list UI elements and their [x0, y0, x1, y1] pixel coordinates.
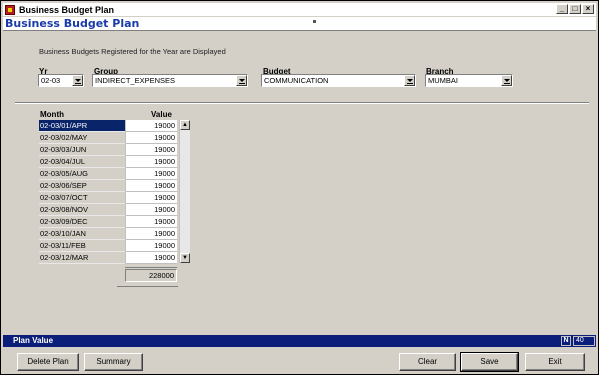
table-row[interactable]: 02-03/02/MAY 19000	[39, 132, 178, 144]
value-cell[interactable]: 19000	[125, 144, 177, 156]
chevron-down-icon[interactable]	[236, 75, 247, 86]
month-cell[interactable]: 02-03/03/JUN	[39, 144, 125, 156]
header-marker	[313, 20, 316, 23]
table-row[interactable]: 02-03/05/AUG 19000	[39, 168, 178, 180]
total-rule	[125, 267, 177, 268]
delete-plan-button[interactable]: Delete Plan	[17, 353, 79, 371]
month-cell[interactable]: 02-03/04/JUL	[39, 156, 125, 168]
month-cell[interactable]: 02-03/11/FEB	[39, 240, 125, 252]
value-cell[interactable]: 19000	[125, 252, 177, 264]
month-cell[interactable]: 02-03/12/MAR	[39, 252, 125, 264]
app-icon	[5, 4, 15, 15]
form-header: Business Budget Plan	[3, 17, 596, 31]
table-row[interactable]: 02-03/04/JUL 19000	[39, 156, 178, 168]
value-cell[interactable]: 19000	[125, 132, 177, 144]
table-row[interactable]: 02-03/01/APR 19000	[39, 120, 178, 132]
table-row[interactable]: 02-03/12/MAR 19000	[39, 252, 178, 264]
value-column-header: Value	[151, 110, 172, 119]
chevron-down-icon[interactable]	[72, 75, 83, 86]
month-cell[interactable]: 02-03/05/AUG	[39, 168, 125, 180]
value-cell[interactable]: 19000	[125, 240, 177, 252]
table-row[interactable]: 02-03/06/SEP 19000	[39, 180, 178, 192]
page-title: Business Budget Plan	[5, 17, 140, 30]
form-caption: Business Budgets Registered for the Year…	[39, 47, 226, 56]
total-value: 228000	[125, 269, 177, 282]
month-cell[interactable]: 02-03/01/APR	[39, 120, 125, 132]
table-row[interactable]: 02-03/10/JAN 19000	[39, 228, 178, 240]
value-cell[interactable]: 19000	[125, 192, 177, 204]
grid-scrollbar[interactable]: ▲ ▼	[179, 120, 190, 263]
value-cell[interactable]: 19000	[125, 228, 177, 240]
chevron-down-icon[interactable]	[501, 75, 512, 86]
group-select[interactable]: INDIRECT_EXPENSES	[92, 74, 248, 87]
status-count: 40	[573, 336, 595, 346]
month-cell[interactable]: 02-03/08/NOV	[39, 204, 125, 216]
month-cell[interactable]: 02-03/10/JAN	[39, 228, 125, 240]
section-divider	[15, 102, 589, 104]
budget-value: COMMUNICATION	[264, 76, 329, 85]
scroll-down-icon[interactable]: ▼	[180, 253, 190, 263]
title-bar[interactable]: Business Budget Plan _ □ ×	[3, 3, 596, 16]
save-button[interactable]: Save	[460, 352, 519, 372]
month-cell[interactable]: 02-03/06/SEP	[39, 180, 125, 192]
plan-grid: 02-03/01/APR 19000 02-03/02/MAY 19000 02…	[39, 120, 178, 264]
table-row[interactable]: 02-03/07/OCT 19000	[39, 192, 178, 204]
budget-select[interactable]: COMMUNICATION	[261, 74, 416, 87]
table-row[interactable]: 02-03/09/DEC 19000	[39, 216, 178, 228]
value-cell[interactable]: 19000	[125, 180, 177, 192]
status-bar: Plan Value N 40	[3, 335, 596, 347]
scroll-up-icon[interactable]: ▲	[180, 120, 190, 130]
close-icon[interactable]: ×	[582, 4, 594, 14]
month-cell[interactable]: 02-03/02/MAY	[39, 132, 125, 144]
value-cell[interactable]: 19000	[125, 168, 177, 180]
window-controls: _ □ ×	[556, 4, 594, 14]
total-underline	[117, 286, 178, 287]
exit-button[interactable]: Exit	[525, 353, 585, 371]
table-row[interactable]: 02-03/03/JUN 19000	[39, 144, 178, 156]
branch-select[interactable]: MUMBAI	[425, 74, 513, 87]
budget-plan-window: Business Budget Plan _ □ × Business Budg…	[0, 0, 599, 375]
status-text: Plan Value	[13, 336, 54, 345]
value-cell[interactable]: 19000	[125, 156, 177, 168]
month-cell[interactable]: 02-03/07/OCT	[39, 192, 125, 204]
status-mode: N	[561, 336, 571, 346]
clear-button[interactable]: Clear	[399, 353, 456, 371]
group-value: INDIRECT_EXPENSES	[95, 76, 176, 85]
window-title: Business Budget Plan	[19, 4, 115, 15]
year-select[interactable]: 02-03	[38, 74, 84, 87]
chevron-down-icon[interactable]	[404, 75, 415, 86]
value-cell[interactable]: 19000	[125, 216, 177, 228]
maximize-icon[interactable]: □	[569, 4, 581, 14]
value-cell[interactable]: 19000	[125, 204, 177, 216]
minimize-icon[interactable]: _	[556, 4, 568, 14]
branch-value: MUMBAI	[428, 76, 458, 85]
month-cell[interactable]: 02-03/09/DEC	[39, 216, 125, 228]
table-row[interactable]: 02-03/08/NOV 19000	[39, 204, 178, 216]
value-cell[interactable]: 19000	[125, 120, 177, 132]
summary-button[interactable]: Summary	[84, 353, 143, 371]
month-column-header: Month	[40, 110, 64, 119]
year-value: 02-03	[41, 76, 61, 85]
table-row[interactable]: 02-03/11/FEB 19000	[39, 240, 178, 252]
